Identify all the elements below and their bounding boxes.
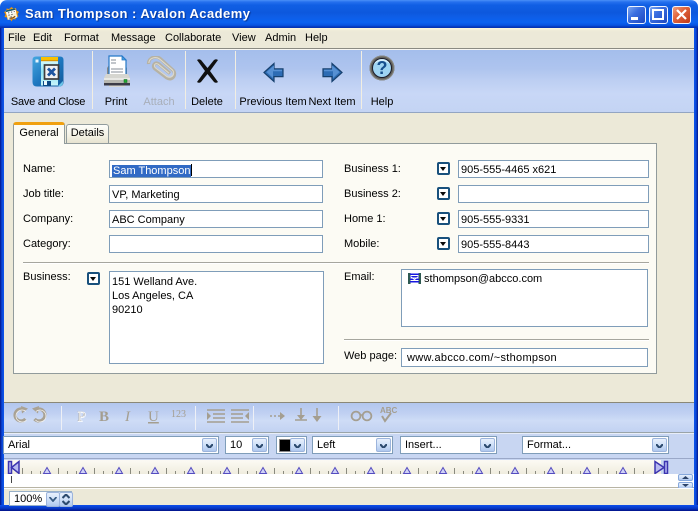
svg-text:ABC: ABC [380, 406, 398, 415]
svg-text:123: 123 [171, 409, 186, 420]
svg-text:I: I [124, 409, 131, 425]
svg-text:U: U [148, 409, 159, 425]
svg-text:P: P [78, 410, 86, 426]
svg-text:B: B [99, 409, 109, 425]
svg-text:?: ? [377, 58, 388, 78]
